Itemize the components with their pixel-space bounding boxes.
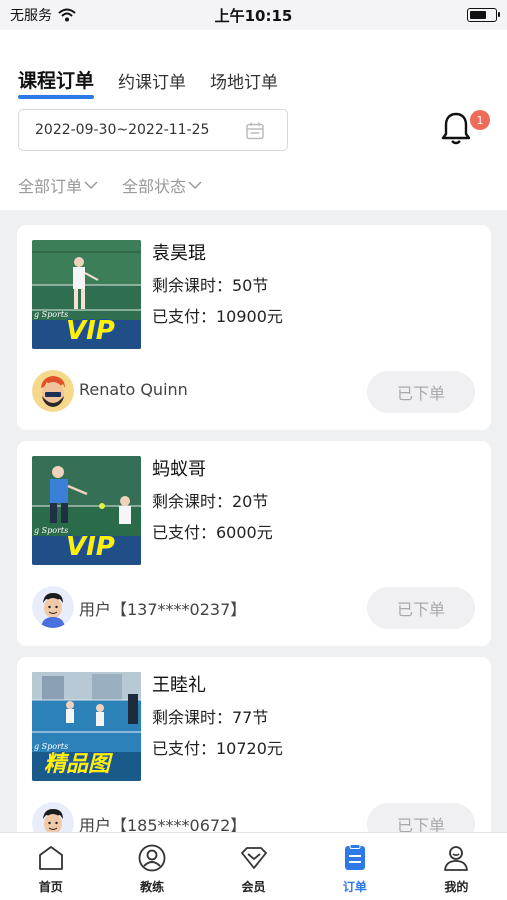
coach-icon xyxy=(138,844,166,872)
course-thumbnail: g Sports VIP xyxy=(32,456,141,565)
remaining-lessons: 剩余课时：50节 xyxy=(152,276,269,295)
tab-booking-orders[interactable]: 约课订单 xyxy=(118,68,186,93)
thumbnail-tag: VIP xyxy=(66,316,115,346)
course-name: 王睦礼 xyxy=(152,675,206,696)
carrier-label: 无服务 xyxy=(10,8,52,24)
profile-icon xyxy=(444,846,469,871)
course-name: 袁昊琨 xyxy=(152,243,206,264)
nav-orders-label: 订单 xyxy=(342,880,367,894)
notification-badge: 1 xyxy=(470,110,490,130)
nav-orders[interactable]: 订单 xyxy=(304,833,405,900)
filter-order-status-label: 全部状态 xyxy=(122,177,187,196)
thumbnail-tag: 精品图 xyxy=(44,752,111,777)
paid-amount: 已支付：10900元 xyxy=(152,307,283,326)
paid-amount: 已支付：6000元 xyxy=(152,523,273,542)
tab-venue-orders[interactable]: 场地订单 xyxy=(210,68,278,93)
user-name: Renato Quinn xyxy=(79,380,188,399)
nav-home-label: 首页 xyxy=(38,880,63,894)
nav-coach[interactable]: 教练 xyxy=(101,833,202,900)
nav-profile[interactable]: 我的 xyxy=(406,833,507,900)
bottom-nav: 首页 教练 会员 订单 我的 xyxy=(0,832,507,900)
filter-order-type[interactable]: 全部订单 xyxy=(18,173,98,197)
course-thumbnail: g Sports VIP xyxy=(32,240,141,349)
user-name: 用户【137****0237】 xyxy=(79,600,247,619)
order-tabs: 课程订单 约课订单 场地订单 xyxy=(18,66,278,99)
thumbnail-brand-text: g Sports xyxy=(34,526,69,535)
chevron-down-icon xyxy=(84,181,98,190)
wifi-icon xyxy=(58,8,76,22)
nav-profile-label: 我的 xyxy=(444,880,469,894)
thumbnail-brand-text: g Sports xyxy=(34,310,69,319)
avatar xyxy=(32,586,74,628)
order-status-button[interactable]: 已下单 xyxy=(367,371,475,413)
order-card[interactable]: g Sports VIP 袁昊琨 剩余课时：50节 已支付：10900元 Ren… xyxy=(17,225,491,430)
remaining-lessons: 剩余课时：77节 xyxy=(152,708,269,727)
calendar-icon xyxy=(246,122,264,140)
filter-order-status[interactable]: 全部状态 xyxy=(122,173,202,197)
order-status-button[interactable]: 已下单 xyxy=(367,587,475,629)
course-name: 蚂蚁哥 xyxy=(152,459,206,480)
date-range-value: 2022-09-30~2022-11-25 xyxy=(35,122,210,138)
battery-icon xyxy=(467,8,500,22)
order-card[interactable]: g Sports VIP 蚂蚁哥 剩余课时：20节 已支付：6000元 用户【1… xyxy=(17,441,491,646)
bell-icon[interactable] xyxy=(440,110,472,146)
filter-order-type-label: 全部订单 xyxy=(18,177,83,196)
nav-member[interactable]: 会员 xyxy=(203,833,304,900)
order-header: 课程订单 约课订单 场地订单 2022-09-30~2022-11-25 1 全… xyxy=(0,30,507,210)
nav-coach-label: 教练 xyxy=(140,880,165,894)
thumbnail-tag: VIP xyxy=(66,532,115,562)
member-icon xyxy=(240,847,267,869)
clock: 上午10:15 xyxy=(214,6,293,25)
order-filters: 全部订单 全部状态 xyxy=(18,173,202,197)
status-bar: 无服务 上午10:15 xyxy=(0,0,507,30)
date-range-picker[interactable]: 2022-09-30~2022-11-25 xyxy=(18,109,288,151)
course-thumbnail: g Sports 精品图 xyxy=(32,672,141,781)
remaining-lessons: 剩余课时：20节 xyxy=(152,492,269,511)
avatar xyxy=(32,370,74,412)
chevron-down-icon xyxy=(188,181,202,190)
paid-amount: 已支付：10720元 xyxy=(152,739,283,758)
home-icon xyxy=(38,846,63,870)
nav-member-label: 会员 xyxy=(241,880,266,894)
nav-home[interactable]: 首页 xyxy=(0,833,101,900)
order-icon xyxy=(344,844,365,870)
tab-course-orders[interactable]: 课程订单 xyxy=(18,66,95,99)
